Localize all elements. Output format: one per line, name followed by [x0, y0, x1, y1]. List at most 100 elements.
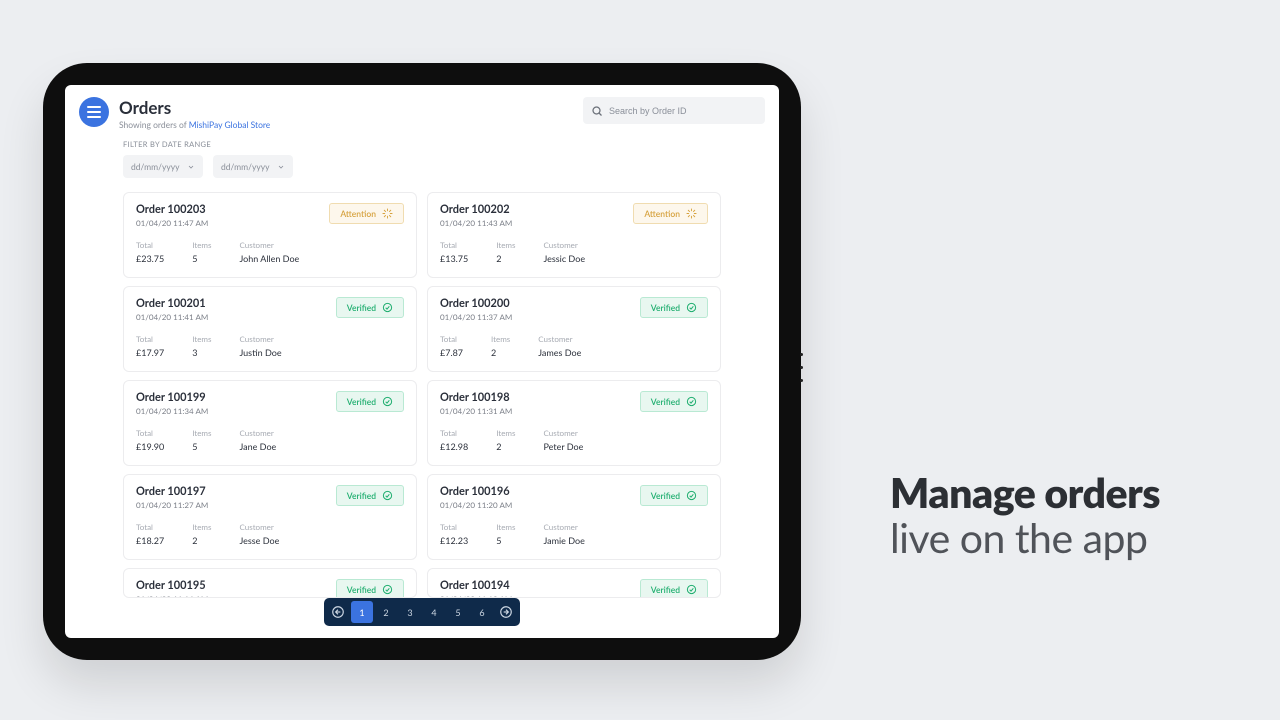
order-id: Order 100198 [440, 391, 512, 404]
order-items: 5 [192, 441, 211, 452]
order-meta: Total£23.75Items5CustomerJohn Allen Doe [136, 240, 404, 264]
status-badge-verified[interactable]: Verified [336, 579, 404, 598]
order-card[interactable]: Order 10020301/04/20 11:47 AMAttentionTo… [123, 192, 417, 278]
pagination-page-2[interactable]: 2 [375, 601, 397, 623]
search-field[interactable] [583, 97, 765, 124]
status-badge-attention[interactable]: Attention [633, 203, 708, 224]
meta-label-total: Total [440, 334, 463, 344]
pagination-page-5[interactable]: 5 [447, 601, 469, 623]
order-card[interactable]: Order 10020001/04/20 11:37 AMVerified Tot… [427, 286, 721, 372]
meta-label-customer: Customer [239, 334, 281, 344]
order-card-header: Order 10019901/04/20 11:34 AMVerified [136, 391, 404, 416]
meta-label-items: Items [192, 240, 211, 250]
menu-button[interactable] [79, 97, 109, 127]
pagination-next[interactable] [495, 601, 517, 623]
order-timestamp: 01/04/20 11:31 AM [440, 406, 512, 416]
order-card[interactable]: Order 100198 01/04/20 11:31 AM Verified Tot… [427, 380, 721, 466]
meta-label-total: Total [440, 240, 468, 250]
chevron-down-icon [277, 163, 285, 171]
marketing-line-1: Manage orders [890, 468, 1160, 517]
order-items: 2 [192, 535, 211, 546]
order-card-header: Order 10019701/04/20 11:27 AMVerified [136, 485, 404, 510]
order-items: 5 [192, 253, 211, 264]
order-card-header: Order 100198 01/04/20 11:31 AM Verified [440, 391, 708, 416]
status-badge-attention[interactable]: Attention [329, 203, 404, 224]
order-id: Order 100203 [136, 203, 208, 216]
date-from-picker[interactable]: dd/mm/yyyy [123, 155, 203, 178]
order-items: 2 [496, 441, 515, 452]
title-block: Orders Showing orders of MishiPay Global… [119, 97, 583, 130]
date-to-placeholder: dd/mm/yyyy [221, 162, 269, 172]
status-badge-verified[interactable]: Verified [336, 297, 404, 318]
order-customer: Jesse Doe [239, 535, 279, 546]
meta-label-items: Items [496, 428, 515, 438]
store-link[interactable]: MishiPay Global Store [189, 120, 271, 130]
order-total: £19.90 [136, 441, 164, 452]
order-total: £13.75 [440, 253, 468, 264]
order-card[interactable]: Order 10019501/04/20 11:16 AMVerified [123, 568, 417, 598]
status-badge-verified[interactable]: Verified [336, 485, 404, 506]
meta-label-items: Items [192, 428, 211, 438]
arrow-left-circle-icon [331, 605, 345, 619]
order-id: Order 100199 [136, 391, 208, 404]
check-circle-icon [382, 396, 393, 407]
pagination-page-3[interactable]: 3 [399, 601, 421, 623]
status-badge-verified[interactable]: Verified [640, 485, 708, 506]
order-total: £12.23 [440, 535, 468, 546]
order-timestamp: 01/04/20 11:43 AM [440, 218, 512, 228]
status-label: Verified [651, 491, 680, 501]
order-card-header: Order 10020101/04/20 11:41 AMVerified [136, 297, 404, 322]
meta-label-items: Items [192, 334, 211, 344]
order-card-header: Order 10020001/04/20 11:37 AMVerified [440, 297, 708, 322]
filter-label: FILTER BY DATE RANGE [123, 140, 721, 149]
status-badge-verified[interactable]: Verified [336, 391, 404, 412]
meta-label-total: Total [136, 428, 164, 438]
pagination-prev[interactable] [327, 601, 349, 623]
status-badge-verified[interactable]: Verified [640, 391, 708, 412]
order-id: Order 100197 [136, 485, 208, 498]
meta-label-total: Total [440, 522, 468, 532]
order-card-header: Order 10020201/04/20 11:43 AMAttention [440, 203, 708, 228]
order-id: Order 100201 [136, 297, 208, 310]
pagination: 123456 [324, 598, 520, 626]
meta-label-total: Total [440, 428, 468, 438]
order-card[interactable]: Order 10020101/04/20 11:41 AMVerifiedTot… [123, 286, 417, 372]
pagination-page-1[interactable]: 1 [351, 601, 373, 623]
check-circle-icon [686, 584, 697, 595]
status-label: Verified [347, 491, 376, 501]
meta-label-customer: Customer [239, 240, 299, 250]
app-screen: Orders Showing orders of MishiPay Global… [65, 85, 779, 638]
order-card-header: Order 10019401/04/20 11:13 AMVerified [440, 579, 708, 598]
pagination-page-4[interactable]: 4 [423, 601, 445, 623]
order-id: Order 100200 [440, 297, 512, 310]
order-customer: Justin Doe [239, 347, 281, 358]
pagination-page-6[interactable]: 6 [471, 601, 493, 623]
order-items: 2 [491, 347, 510, 358]
meta-label-items: Items [192, 522, 211, 532]
order-card[interactable]: Order 10019401/04/20 11:13 AMVerified [427, 568, 721, 598]
order-meta: Total£13.75Items2CustomerJessic Doe [440, 240, 708, 264]
status-badge-verified[interactable]: Verified [640, 297, 708, 318]
order-card[interactable]: Order 10019901/04/20 11:34 AMVerified Tot… [123, 380, 417, 466]
hamburger-icon [87, 106, 101, 108]
arrow-right-circle-icon [499, 605, 513, 619]
order-timestamp: 01/04/20 11:47 AM [136, 218, 208, 228]
orders-grid: Order 100203 01/04/20 11:47 AM Attention To… [65, 184, 779, 638]
order-meta: Total£17.97Items3CustomerJustin Doe [136, 334, 404, 358]
page-subtitle: Showing orders of MishiPay Global Store [119, 120, 583, 130]
status-badge-verified[interactable]: Verified [640, 579, 708, 598]
tablet-hardware-dots [800, 353, 803, 382]
order-card[interactable]: Order 10019601/04/20 11:20 AMVerifiedTot… [427, 474, 721, 560]
order-customer: John Allen Doe [239, 253, 299, 264]
status-label: Verified [347, 585, 376, 595]
order-card[interactable]: Order 10019701/04/20 11:27 AMVerified Tot… [123, 474, 417, 560]
spinner-icon [382, 208, 393, 219]
meta-label-total: Total [136, 522, 164, 532]
order-meta: Total£19.90Items5CustomerJane Doe [136, 428, 404, 452]
order-card[interactable]: Order 10020201/04/20 11:43 AMAttentionTo… [427, 192, 721, 278]
date-to-picker[interactable]: dd/mm/yyyy [213, 155, 293, 178]
search-input[interactable] [609, 106, 757, 116]
order-customer: Jane Doe [239, 441, 276, 452]
order-items: 3 [192, 347, 211, 358]
order-id: Order 100194 [440, 579, 512, 592]
